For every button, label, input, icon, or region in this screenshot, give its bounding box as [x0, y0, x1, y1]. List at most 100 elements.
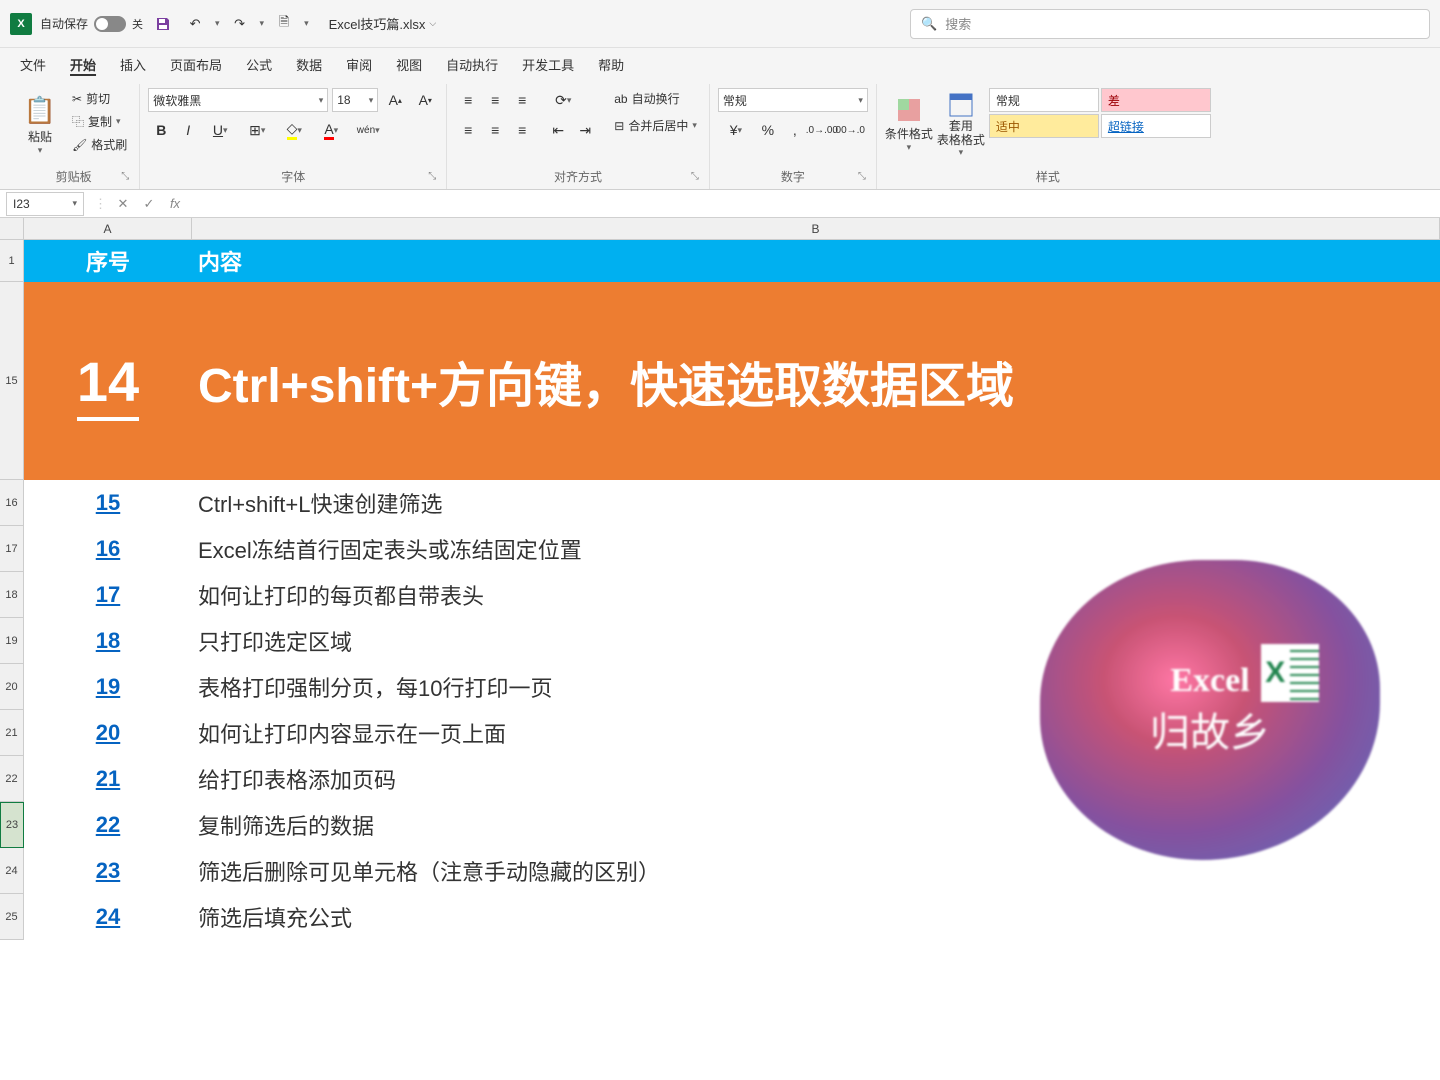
autosave-toggle[interactable]: 自动保存 关 [40, 15, 143, 32]
enter-formula-button[interactable]: ✓ [139, 196, 159, 212]
orientation-button[interactable]: ⟳▾ [545, 88, 581, 112]
fill-color-button[interactable]: ◇▾ [276, 118, 312, 142]
row-header[interactable]: 20 [0, 664, 24, 710]
tab-page-layout[interactable]: 页面布局 [158, 49, 234, 80]
align-top-button[interactable]: ≡ [455, 88, 481, 112]
increase-decimal-button[interactable]: .0→.00 [809, 118, 835, 142]
number-launcher-icon[interactable]: ⤡ [858, 171, 872, 185]
row-header[interactable]: 24 [0, 848, 24, 894]
align-right-button[interactable]: ≡ [509, 118, 535, 142]
row-header[interactable]: 22 [0, 756, 24, 802]
tab-automate[interactable]: 自动执行 [434, 49, 510, 80]
save-button[interactable] [151, 12, 175, 36]
decrease-decimal-button[interactable]: .00→.0 [836, 118, 862, 142]
row-header[interactable]: 21 [0, 710, 24, 756]
font-name-select[interactable]: 微软雅黑▾ [148, 88, 328, 112]
cell-link[interactable]: 15 [24, 490, 192, 516]
table-format-button[interactable]: 套用 表格格式▾ [937, 88, 985, 162]
tab-home[interactable]: 开始 [58, 49, 108, 80]
qat-more-icon[interactable]: ▾ [304, 18, 309, 29]
row-header[interactable]: 17 [0, 526, 24, 572]
decrease-indent-button[interactable]: ⇤ [545, 118, 571, 142]
format-painter-button[interactable]: 🖌格式刷 [68, 134, 131, 155]
table-row[interactable]: 18只打印选定区域 [24, 618, 1440, 664]
font-size-select[interactable]: 18▾ [332, 88, 378, 112]
decrease-font-button[interactable]: A▾ [412, 88, 438, 112]
cell-style-neutral[interactable]: 适中 [989, 114, 1099, 138]
wrap-text-button[interactable]: ab自动换行 [610, 88, 701, 109]
row-header[interactable]: 15 [0, 282, 24, 480]
cell-link[interactable]: 18 [24, 628, 192, 654]
cells-area[interactable]: 序号 内容 14 Ctrl+shift+方向键，快速选取数据区域 15Ctrl+… [24, 240, 1440, 940]
table-row[interactable]: 24筛选后填充公式 [24, 894, 1440, 940]
name-box[interactable]: I23▾ [6, 192, 84, 216]
cell-link[interactable]: 17 [24, 582, 192, 608]
redo-dropdown-icon[interactable]: ▾ [260, 18, 265, 29]
increase-indent-button[interactable]: ⇥ [572, 118, 598, 142]
cell-style-bad[interactable]: 差 [1101, 88, 1211, 112]
copy-button[interactable]: ⿻复制▾ [68, 111, 131, 132]
align-center-button[interactable]: ≡ [482, 118, 508, 142]
tab-developer[interactable]: 开发工具 [510, 49, 586, 80]
table-row[interactable]: 17如何让打印的每页都自带表头 [24, 572, 1440, 618]
row-header[interactable]: 19 [0, 618, 24, 664]
cell-style-hyperlink[interactable]: 超链接 [1101, 114, 1211, 138]
table-row[interactable]: 22复制筛选后的数据 [24, 802, 1440, 848]
tab-file[interactable]: 文件 [8, 49, 58, 80]
table-row[interactable]: 15Ctrl+shift+L快速创建筛选 [24, 480, 1440, 526]
tab-review[interactable]: 审阅 [334, 49, 384, 80]
select-all-corner[interactable] [0, 218, 24, 239]
paste-button[interactable]: 📋 粘贴 ▾ [16, 88, 64, 162]
increase-font-button[interactable]: A▴ [382, 88, 408, 112]
font-launcher-icon[interactable]: ⤡ [428, 171, 442, 185]
conditional-format-button[interactable]: 条件格式▾ [885, 88, 933, 162]
cell-link[interactable]: 22 [24, 812, 192, 838]
phonetic-button[interactable]: wén▾ [350, 118, 386, 142]
row-header[interactable]: 25 [0, 894, 24, 940]
cell-link[interactable]: 19 [24, 674, 192, 700]
accounting-format-button[interactable]: ¥▾ [718, 118, 754, 142]
align-left-button[interactable]: ≡ [455, 118, 481, 142]
column-header-b[interactable]: B [192, 218, 1440, 239]
number-format-select[interactable]: 常规▾ [718, 88, 868, 112]
tab-help[interactable]: 帮助 [586, 49, 636, 80]
print-preview-button[interactable]: 🗎 [272, 12, 296, 36]
table-row[interactable]: 20如何让打印内容显示在一页上面 [24, 710, 1440, 756]
undo-dropdown-icon[interactable]: ▾ [215, 18, 220, 29]
row-header[interactable]: 18 [0, 572, 24, 618]
italic-button[interactable]: I [175, 118, 201, 142]
table-header-row[interactable]: 序号 内容 [24, 240, 1440, 282]
percent-button[interactable]: % [755, 118, 781, 142]
cell-link[interactable]: 24 [24, 904, 192, 930]
alignment-launcher-icon[interactable]: ⤡ [691, 171, 705, 185]
tab-formulas[interactable]: 公式 [234, 49, 284, 80]
undo-button[interactable]: ↶ [183, 12, 207, 36]
column-header-a[interactable]: A [24, 218, 192, 239]
cell-link[interactable]: 21 [24, 766, 192, 792]
align-bottom-button[interactable]: ≡ [509, 88, 535, 112]
merge-center-button[interactable]: ⊟合并后居中▾ [610, 115, 701, 136]
tab-insert[interactable]: 插入 [108, 49, 158, 80]
table-row[interactable]: 16Excel冻结首行固定表头或冻结固定位置 [24, 526, 1440, 572]
clipboard-launcher-icon[interactable]: ⤡ [121, 171, 135, 185]
underline-button[interactable]: U▾ [202, 118, 238, 142]
cell-link[interactable]: 20 [24, 720, 192, 746]
feature-row[interactable]: 14 Ctrl+shift+方向键，快速选取数据区域 [24, 282, 1440, 480]
row-header[interactable]: 23 [0, 802, 24, 848]
table-row[interactable]: 21给打印表格添加页码 [24, 756, 1440, 802]
font-color-button[interactable]: A▾ [313, 118, 349, 142]
row-header[interactable]: 16 [0, 480, 24, 526]
redo-button[interactable]: ↷ [228, 12, 252, 36]
worksheet-grid[interactable]: 1 15 16 17 18 19 20 21 22 23 24 25 序号 内容… [0, 240, 1440, 940]
cut-button[interactable]: ✂剪切 [68, 88, 131, 109]
cell-link[interactable]: 23 [24, 858, 192, 884]
comma-button[interactable]: , [782, 118, 808, 142]
search-input[interactable]: 🔍 搜索 [910, 9, 1430, 39]
tab-data[interactable]: 数据 [284, 49, 334, 80]
fx-button[interactable]: fx [165, 196, 185, 211]
cell-link[interactable]: 16 [24, 536, 192, 562]
cell-style-normal[interactable]: 常规 [989, 88, 1099, 112]
align-middle-button[interactable]: ≡ [482, 88, 508, 112]
border-button[interactable]: ⊞▾ [239, 118, 275, 142]
row-header[interactable]: 1 [0, 240, 24, 282]
